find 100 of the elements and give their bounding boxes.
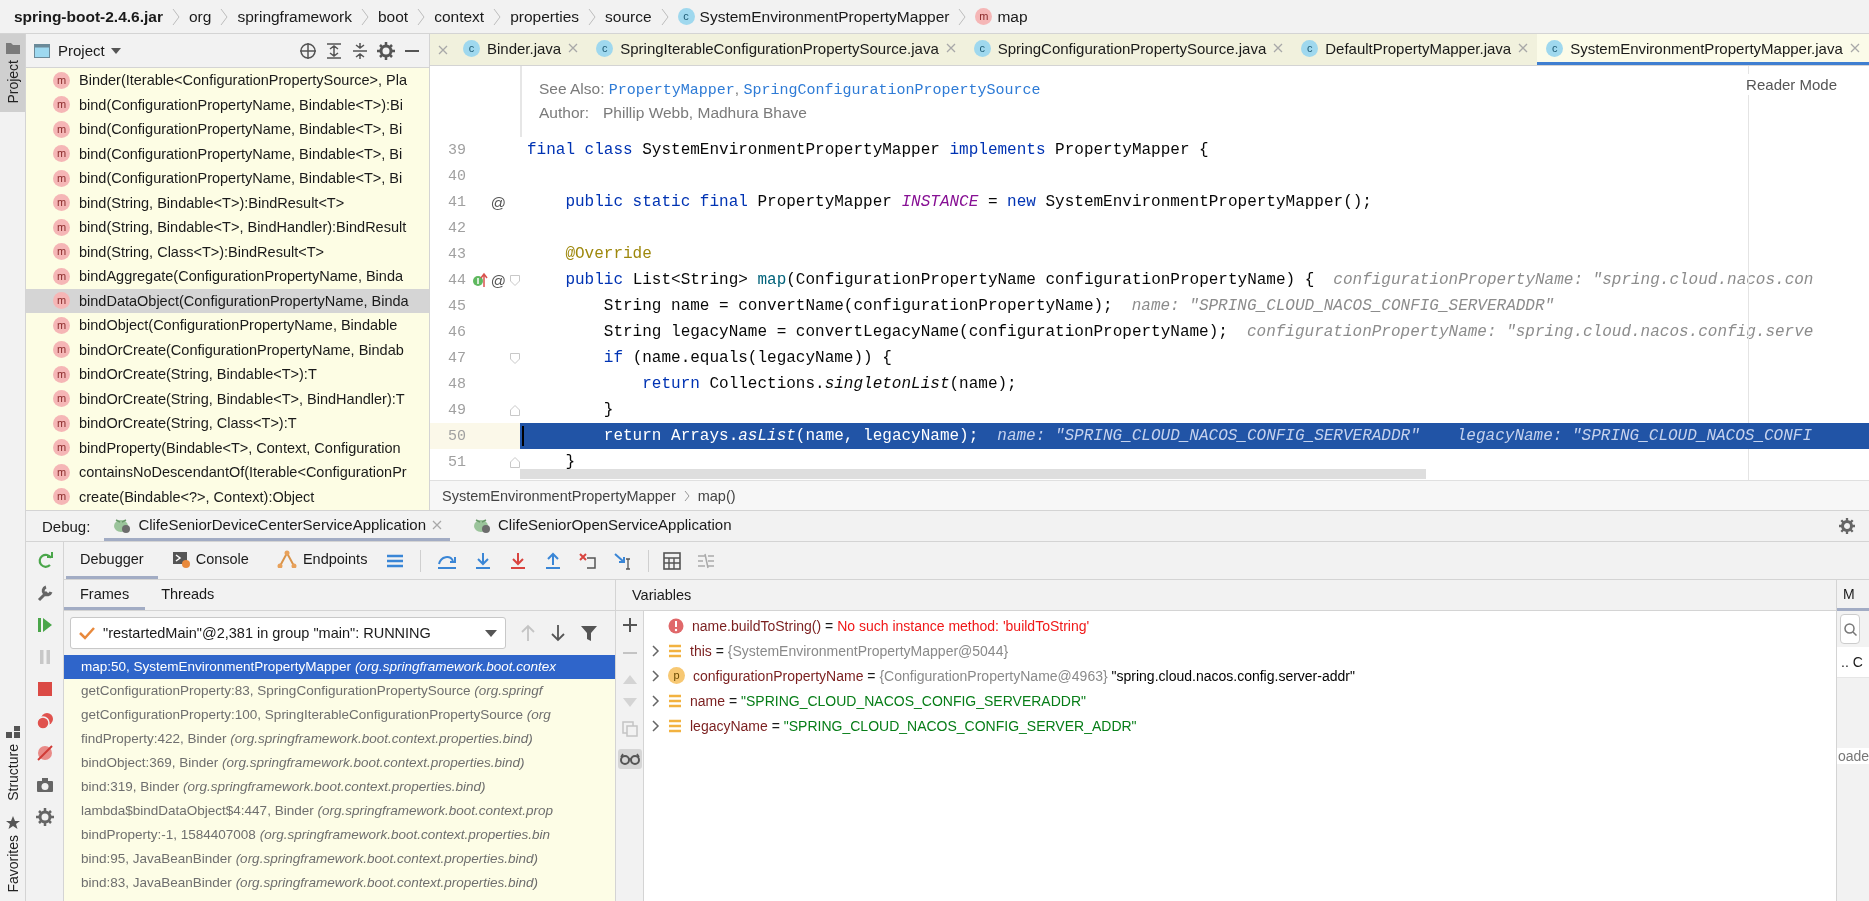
tree-item[interactable]: m containsNoDescendantOf(Iterable<ConfigurationPr (26, 460, 429, 485)
session-tab[interactable]: ClifeSeniorOpenServiceApplication (464, 511, 740, 541)
breadcrumb-item[interactable]: context (434, 7, 485, 26)
collapse-all-icon[interactable] (351, 41, 369, 60)
console-icon (171, 550, 190, 568)
stack-frame[interactable]: bind:83, JavaBeanBinder (org.springframework.boot.context.properties.bind) (64, 871, 615, 895)
stack-frame[interactable]: bind:319, Binder (org.springframework.boot.context.properties.bind) (64, 775, 615, 799)
drop-frame-icon[interactable] (578, 551, 599, 570)
filter-icon[interactable] (580, 624, 598, 642)
debugger-tab[interactable]: Console (157, 542, 263, 579)
variable-row[interactable]: p configurationPropertyName = {ConfigurationPropertyName@4963} "spring.cloud.nacos.config.server-addr" (644, 663, 1836, 688)
variable-row[interactable]: name = "SPRING_CLOUD_NACOS_CONFIG_SERVERADDR" (644, 688, 1836, 713)
variable-row[interactable]: this = {SystemEnvironmentPropertyMapper@5044} (644, 638, 1836, 663)
breadcrumb-item[interactable]: springframework (237, 7, 352, 26)
settings-icon[interactable] (35, 808, 54, 826)
breadcrumb-item[interactable]: spring-boot-2.4.6.jar (14, 7, 163, 26)
stack-frame[interactable]: findProperty:422, Binder (org.springframework.boot.context.properties.bind) (64, 727, 615, 751)
breadcrumb-item[interactable]: map() (697, 487, 736, 504)
close-icon[interactable] (1849, 43, 1860, 53)
editor-tab[interactable]: c Binder.java (454, 34, 588, 65)
calculator-icon[interactable] (663, 551, 682, 570)
down-arrow-icon[interactable] (550, 624, 566, 642)
chevron-icon (588, 6, 597, 27)
tree-item[interactable]: m bindProperty(Bindable<T>, Context, Configuration (26, 435, 429, 460)
mute-breakpoints-icon[interactable] (35, 744, 54, 762)
tree-item[interactable]: m bindOrCreate(String, Class<T>):T (26, 411, 429, 436)
breakpoints-icon[interactable] (35, 712, 54, 730)
tree-item[interactable]: m bindObject(ConfigurationPropertyName, Bindable (26, 313, 429, 338)
breadcrumb-item[interactable]: c SystemEnvironmentPropertyMapper (677, 7, 950, 26)
editor-tab[interactable]: c SystemEnvironmentPropertyMapper.java (1537, 34, 1869, 65)
wrench-icon[interactable] (35, 584, 54, 602)
close-icon[interactable] (568, 43, 579, 53)
thread-dropdown[interactable]: "restartedMain"@2,381 in group "main": RUNNING (70, 617, 506, 649)
session-tab[interactable]: ClifeSeniorDeviceCenterServiceApplication (104, 511, 450, 541)
code-line: public static final PropertyMapper INSTANCE = new SystemEnvironmentPropertyMapper(); (564, 193, 1372, 211)
doc-link[interactable]: SpringConfigurationPropertySource (743, 82, 1041, 99)
stack-frame[interactable]: map:50, SystemEnvironmentPropertyMapper (org.springframework.boot.contex (64, 655, 615, 679)
close-icon[interactable] (438, 44, 448, 55)
settings-icon[interactable] (377, 41, 395, 60)
close-icon[interactable] (432, 519, 442, 530)
tree-item[interactable]: m bind(String, Class<T>):BindResult<T> (26, 239, 429, 264)
stack-frame[interactable]: bind:95, JavaBeanBinder (org.springframework.boot.context.properties.bind) (64, 847, 615, 871)
variable-row[interactable]: legacyName = "SPRING_CLOUD_NACOS_CONFIG_SERVER_ADDR" (644, 713, 1836, 738)
frames-tab[interactable]: Frames (64, 580, 146, 610)
close-icon[interactable] (1273, 43, 1284, 53)
breadcrumb-item[interactable]: SystemEnvironmentPropertyMapper (442, 487, 676, 504)
camera-icon[interactable] (35, 776, 54, 794)
editor-tab[interactable]: c SpringConfigurationPropertySource.java (964, 34, 1293, 65)
tool-window-tab[interactable]: Structure (0, 717, 25, 809)
debugger-tab[interactable]: Debugger (66, 542, 158, 579)
search-field[interactable] (1840, 614, 1860, 644)
breadcrumb-item[interactable]: properties (510, 7, 580, 26)
frames-tab[interactable]: Threads (145, 580, 231, 610)
stack-frame[interactable]: bindObject:369, Binder (org.springframework.boot.context.properties.bind) (64, 751, 615, 775)
code-line: return Arrays.asList(name, legacyName); (602, 427, 979, 445)
tree-item[interactable]: m Binder(Iterable<ConfigurationPropertySource>, Pla (26, 68, 429, 93)
inline-hint: legacyName: "SPRING_CLOUD_NACOS_CONFI (1456, 427, 1813, 445)
stack-frame[interactable]: lambda$bindDataObject$4:447, Binder (org.springframework.boot.context.prop (64, 799, 615, 823)
variable-row[interactable]: name.buildToString() = No such instance method: 'buildToString' (644, 613, 1836, 638)
breadcrumb-item[interactable]: m map (975, 7, 1028, 26)
editor-tab[interactable]: c SpringIterableConfigurationPropertySource.java (587, 34, 965, 65)
close-icon[interactable] (945, 43, 956, 53)
chevron-icon (683, 489, 690, 502)
tree-item[interactable]: m bind(ConfigurationPropertyName, Bindable<T>, Bi (26, 141, 429, 166)
tree-item[interactable]: m bindDataObject(ConfigurationPropertyName, Binda (26, 288, 429, 313)
tree-item[interactable]: m bind(ConfigurationPropertyName, Bindable<T>, Bi (26, 117, 429, 142)
scrollbar[interactable] (520, 469, 1426, 479)
expand-all-icon[interactable] (325, 41, 343, 60)
resume-icon[interactable] (35, 616, 54, 634)
stop-icon[interactable] (35, 680, 54, 698)
tree-item[interactable]: m bindOrCreate(ConfigurationPropertyName, Bindab (26, 337, 429, 362)
tree-item[interactable]: m bindAggregate(ConfigurationPropertyName, Binda (26, 264, 429, 289)
memory-tab[interactable]: M (1837, 580, 1869, 611)
breadcrumb-item[interactable]: org (189, 7, 212, 26)
breadcrumb-item[interactable]: source (605, 7, 652, 26)
see-also-line: See Also: PropertyMapper, SpringConfigurationPropertySource (539, 80, 1041, 99)
tool-window-tab[interactable]: Project (0, 34, 25, 112)
status-text: oade (1837, 748, 1869, 764)
tool-window-tab[interactable]: Favorites (0, 808, 25, 901)
editor-tab[interactable]: c DefaultPropertyMapper.java (1292, 34, 1538, 65)
plus-icon[interactable] (621, 617, 638, 633)
tree-item[interactable]: m bind(String, Bindable<T>, BindHandler):BindResult (26, 215, 429, 240)
panel-title[interactable]: Project (58, 42, 121, 59)
tree-item[interactable]: m bind(ConfigurationPropertyName, Bindable<T>, Bi (26, 166, 429, 191)
tree-item[interactable]: m bind(String, Bindable<T>):BindResult<T> (26, 190, 429, 215)
debugger-tab[interactable]: Endpoints (262, 542, 382, 579)
doc-link[interactable]: PropertyMapper (608, 82, 735, 99)
settings-icon[interactable] (1839, 518, 1855, 534)
stack-frame[interactable]: getConfigurationProperty:100, SpringIterableConfigurationPropertySource (org (64, 703, 615, 727)
trace-icon[interactable] (697, 551, 716, 570)
tree-item[interactable]: m bind(ConfigurationPropertyName, Bindable<T>):Bi (26, 92, 429, 117)
stack-frame[interactable]: getConfigurationProperty:83, SpringConfigurationPropertySource (org.springf (64, 679, 615, 703)
glasses-icon[interactable] (619, 753, 640, 765)
tree-item[interactable]: m bindOrCreate(String, Bindable<T>, BindHandler):T (26, 386, 429, 411)
stack-frame[interactable]: bindProperty:-1, 1584407008 (org.springframework.boot.context.properties.bin (64, 823, 615, 847)
breadcrumb-item[interactable]: boot (377, 7, 409, 26)
tree-item[interactable]: m bindOrCreate(String, Bindable<T>):T (26, 362, 429, 387)
crosshair-icon[interactable] (299, 41, 317, 60)
close-icon[interactable] (1518, 43, 1529, 53)
tree-item[interactable]: m create(Bindable<?>, Context):Object (26, 484, 429, 509)
